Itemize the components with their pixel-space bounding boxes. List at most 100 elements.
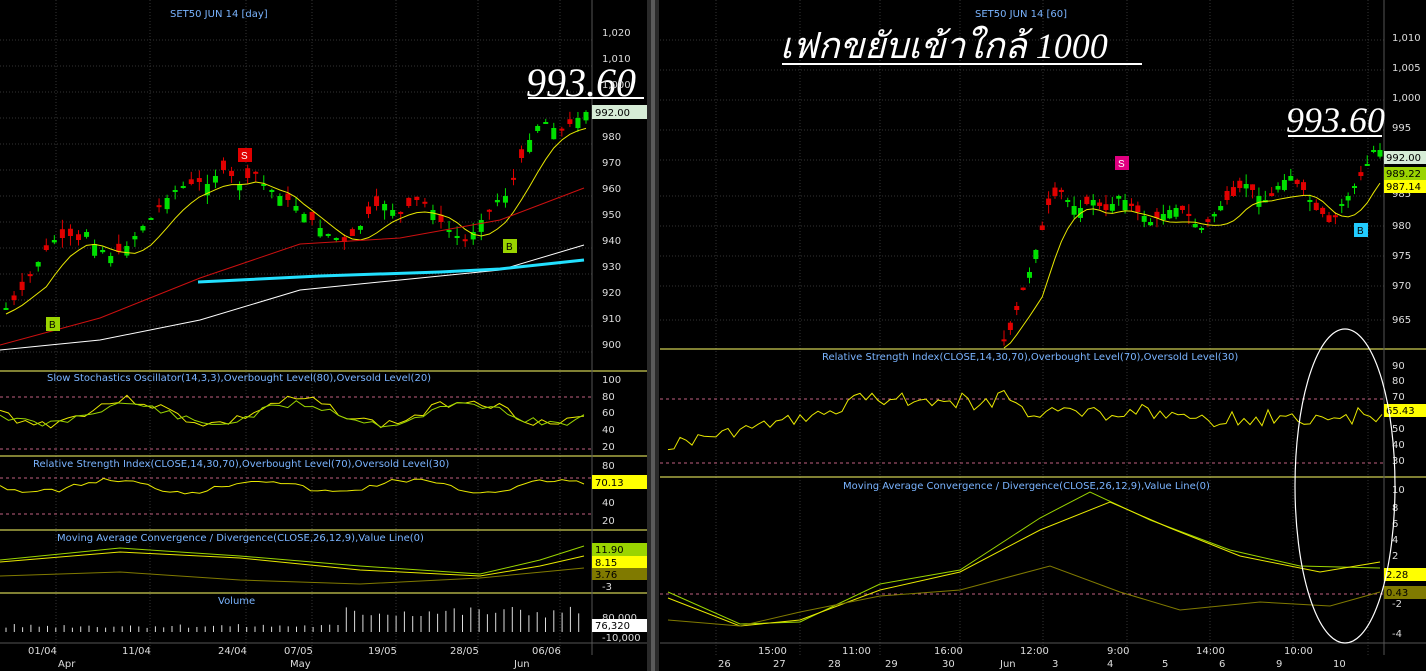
left-candle-body <box>212 176 218 183</box>
left-candle-body <box>575 118 581 129</box>
right-candle-body <box>1052 187 1058 196</box>
left-price-label-10: 920 <box>602 288 621 299</box>
left-candle-body <box>51 240 57 243</box>
date-label-1: 11/04 <box>122 646 151 657</box>
date-label-3: 07/05 <box>284 646 313 657</box>
svg-text:2.28: 2.28 <box>1386 570 1408 581</box>
left-candle-body <box>156 205 162 208</box>
left-candle-body <box>67 228 73 236</box>
right-candle-body <box>1224 191 1230 200</box>
right-candle-body <box>1065 200 1071 202</box>
left-rsi-line <box>0 477 585 495</box>
left-candle-body <box>390 210 396 216</box>
left-candle-body <box>92 244 98 256</box>
left-candle-body <box>11 295 17 300</box>
left-candle-body <box>148 218 154 220</box>
right-price-label-7: 975 <box>1392 251 1411 262</box>
left-candle-body <box>27 274 33 277</box>
right-macd-hist <box>667 565 1381 627</box>
left-candle-body <box>414 196 420 200</box>
left-candle-body <box>422 201 428 204</box>
right-candle-body <box>1275 186 1281 190</box>
left-macd-line <box>0 545 585 575</box>
right-candle-body <box>1001 339 1007 342</box>
right-rsi-label-1: 80 <box>1392 376 1405 387</box>
left-candle-body <box>446 230 452 232</box>
right-candle-body <box>1186 213 1192 216</box>
right-candle-body <box>1371 150 1377 152</box>
left-price-label-6: 960 <box>602 184 621 195</box>
right-candle-body <box>1352 186 1358 188</box>
highlight-ellipse <box>1294 328 1396 644</box>
left-candle-body <box>382 204 388 211</box>
right-candle-body <box>1250 184 1256 190</box>
month-label-1: May <box>290 659 311 670</box>
right-candle-body <box>1301 182 1307 190</box>
day-label-0: 26 <box>718 659 731 670</box>
right-candle-body <box>1058 189 1064 192</box>
right-price-label-0: 1,010 <box>1392 33 1421 44</box>
right-price-label-3: 995 <box>1392 123 1411 134</box>
right-candle-body <box>1020 287 1026 290</box>
left-macd-title: Moving Average Convergence / Divergence(… <box>57 533 424 544</box>
left-candle-body <box>293 206 299 211</box>
svg-text:-10,000: -10,000 <box>602 633 641 644</box>
left-price-label-0: 1,020 <box>602 28 631 39</box>
left-ma-slow <box>0 244 585 351</box>
right-macd-line <box>667 491 1381 625</box>
left-candle-body <box>301 214 307 223</box>
right-candle-body <box>1103 204 1109 210</box>
right-candle-body <box>1179 205 1185 210</box>
left-candle-body <box>140 226 146 231</box>
left-price-label-9: 930 <box>602 262 621 273</box>
left-candle-body <box>374 196 380 206</box>
right-candle-body <box>1332 215 1338 218</box>
svg-text:B: B <box>1357 226 1364 237</box>
left-candle-body <box>180 186 186 188</box>
right-rsi-label-0: 90 <box>1392 361 1405 372</box>
day-label-7: 4 <box>1107 659 1113 670</box>
right-candle-body <box>1256 196 1262 207</box>
left-candle-body <box>59 229 65 238</box>
right-macd-label-5: -2 <box>1392 599 1402 610</box>
right-candle-body <box>1205 219 1211 222</box>
left-candle-body <box>430 210 436 221</box>
left-candle-body <box>285 193 291 200</box>
left-candle-body <box>277 196 283 206</box>
right-candle-body <box>1160 214 1166 221</box>
right-rsi-title: Relative Strength Index(CLOSE,14,30,70),… <box>822 352 1238 363</box>
left-candle-body <box>269 190 275 192</box>
right-candle-body <box>1007 322 1013 330</box>
left-candle-body <box>84 232 90 237</box>
right-candle-body <box>1358 172 1364 176</box>
right-price-annotation: 993.60 <box>1286 100 1385 140</box>
month-label-2: Jun <box>513 659 530 670</box>
right-price-label-8: 970 <box>1392 281 1411 292</box>
svg-text:0.43: 0.43 <box>1386 588 1408 599</box>
left-price-label-4: 980 <box>602 132 621 143</box>
right-candle-body <box>1128 203 1134 206</box>
left-candle-body <box>478 220 484 232</box>
left-price-tag: 992.00 <box>595 108 630 119</box>
left-candle-body <box>245 168 251 178</box>
left-candle-body <box>406 197 412 206</box>
left-candle-body <box>349 229 355 236</box>
right-price-label-2: 1,000 <box>1392 93 1421 104</box>
date-label-2: 24/04 <box>218 646 247 657</box>
left-price-label-2: 1,000 <box>602 80 631 91</box>
left-candle-body <box>76 234 81 240</box>
day-label-3: 29 <box>885 659 898 670</box>
left-macd-signal <box>0 551 585 577</box>
left-candle-body <box>559 128 565 131</box>
right-rsi-label-4: 50 <box>1392 424 1405 435</box>
left-stoch-label-1: 80 <box>602 392 615 403</box>
right-candle-body <box>1135 205 1141 212</box>
left-candle-body <box>583 112 589 121</box>
left-candle-body <box>357 226 363 230</box>
left-candle-body <box>366 206 371 214</box>
right-candle-body <box>1116 196 1122 199</box>
day-label-10: 9 <box>1276 659 1282 670</box>
time-label-3: 12:00 <box>1020 646 1049 657</box>
left-stoch-title: Slow Stochastics Oscillator(14,3,3),Over… <box>47 373 431 384</box>
right-macd-title: Moving Average Convergence / Divergence(… <box>843 481 1210 492</box>
